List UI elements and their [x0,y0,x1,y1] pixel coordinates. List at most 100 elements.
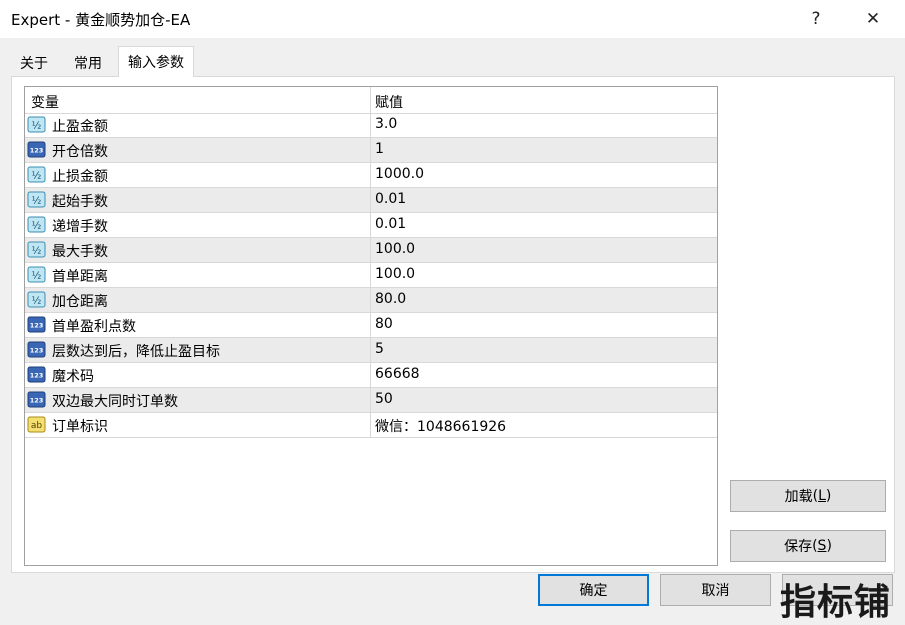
double-type-icon: ½ [27,116,47,134]
table-row[interactable]: 123 层数达到后，降低止盈目标 5 [25,338,717,363]
param-value[interactable]: 1000.0 [375,166,424,182]
expert-dialog: Expert - 黄金顺势加仓-EA ? ✕ 关于 常用 输入参数 变量 赋值 … [0,0,905,623]
param-value[interactable]: 100.0 [375,241,415,257]
column-separator [370,113,371,137]
integer-type-icon: 123 [27,341,47,359]
integer-type-icon: 123 [27,391,47,409]
param-name: 首单距离 [52,269,108,285]
svg-text:½: ½ [32,245,42,257]
load-accel: L [818,488,826,504]
cancel-button[interactable]: 取消 [660,574,771,606]
table-row[interactable]: 123 双边最大同时订单数 50 [25,388,717,413]
svg-text:123: 123 [30,322,44,330]
tab-common[interactable]: 常用 [63,50,113,76]
load-button[interactable]: 加载(L) [730,480,886,512]
parameter-grid: 变量 赋值 ½ 止盈金额 3.0 123 开仓倍数 1 ½ 止损金额 1000.0 ½ 起始手数 0.… [24,86,718,566]
table-row[interactable]: ½ 加仓距离 80.0 [25,288,717,313]
param-name: 双边最大同时订单数 [52,394,178,410]
table-row[interactable]: ab 订单标识 微信：1048661926 [25,413,717,438]
header-variable[interactable]: 变量 [31,92,59,112]
header-value[interactable]: 赋值 [375,92,403,112]
help-button[interactable]: ? [793,0,839,38]
table-row[interactable]: ½ 递增手数 0.01 [25,213,717,238]
param-value[interactable]: 50 [375,391,393,407]
param-value[interactable]: 0.01 [375,216,406,232]
grid-header: 变量 赋值 [25,87,717,114]
param-name: 起始手数 [52,194,108,210]
ok-button[interactable]: 确定 [538,574,649,606]
double-type-icon: ½ [27,216,47,234]
param-name: 开仓倍数 [52,144,108,160]
tab-about[interactable]: 关于 [11,50,57,76]
column-separator [370,263,371,287]
svg-text:½: ½ [32,295,42,307]
svg-text:ab: ab [31,421,43,431]
table-row[interactable]: ½ 起始手数 0.01 [25,188,717,213]
table-row[interactable]: ½ 首单距离 100.0 [25,263,717,288]
title-bar: Expert - 黄金顺势加仓-EA ? ✕ [0,0,905,38]
grid-rows: ½ 止盈金额 3.0 123 开仓倍数 1 ½ 止损金额 1000.0 ½ 起始手数 0.01 ½ 递增手… [25,113,717,438]
column-separator [370,288,371,312]
table-row[interactable]: ½ 止盈金额 3.0 [25,113,717,138]
param-value[interactable]: 100.0 [375,266,415,282]
header-separator[interactable] [370,87,371,113]
load-label: 加载 [784,489,813,505]
svg-text:½: ½ [32,220,42,232]
table-row[interactable]: ½ 止损金额 1000.0 [25,163,717,188]
table-row[interactable]: ½ 最大手数 100.0 [25,238,717,263]
param-name: 魔术码 [52,369,94,385]
param-value[interactable]: 1 [375,141,384,157]
param-name: 止损金额 [52,169,108,185]
param-name: 首单盈利点数 [52,319,136,335]
column-separator [370,363,371,387]
save-label: 保存 [784,539,813,555]
table-row[interactable]: 123 开仓倍数 1 [25,138,717,163]
svg-text:½: ½ [32,195,42,207]
double-type-icon: ½ [27,191,47,209]
column-separator [370,338,371,362]
svg-text:123: 123 [30,397,44,405]
param-name: 层数达到后，降低止盈目标 [52,344,220,360]
tab-inputs[interactable]: 输入参数 [118,46,194,77]
close-button[interactable]: ✕ [850,0,896,38]
column-separator [370,138,371,162]
column-separator [370,188,371,212]
column-separator [370,238,371,262]
watermark-logo: 指标铺 [780,573,891,625]
double-type-icon: ½ [27,291,47,309]
svg-text:123: 123 [30,147,44,155]
column-separator [370,388,371,412]
double-type-icon: ½ [27,266,47,284]
svg-text:123: 123 [30,347,44,355]
svg-text:½: ½ [32,270,42,282]
double-type-icon: ½ [27,166,47,184]
param-name: 订单标识 [52,419,108,435]
table-row[interactable]: 123 首单盈利点数 80 [25,313,717,338]
param-value[interactable]: 80 [375,316,393,332]
watermark-text: 指标铺 [780,582,892,623]
param-value[interactable]: 5 [375,341,384,357]
param-value[interactable]: 66668 [375,366,420,382]
svg-text:½: ½ [32,120,42,132]
param-name: 最大手数 [52,244,108,260]
svg-text:123: 123 [30,372,44,380]
param-name: 止盈金额 [52,119,108,135]
string-type-icon: ab [27,416,47,434]
column-separator [370,213,371,237]
column-separator [370,313,371,337]
double-type-icon: ½ [27,241,47,259]
param-value[interactable]: 微信：1048661926 [375,416,506,436]
param-value[interactable]: 0.01 [375,191,406,207]
column-separator [370,163,371,187]
save-button[interactable]: 保存(S) [730,530,886,562]
column-separator [370,413,371,437]
param-value[interactable]: 3.0 [375,116,397,132]
table-row[interactable]: 123 魔术码 66668 [25,363,717,388]
integer-type-icon: 123 [27,366,47,384]
param-value[interactable]: 80.0 [375,291,406,307]
window-title: Expert - 黄金顺势加仓-EA [11,11,191,29]
svg-text:½: ½ [32,170,42,182]
integer-type-icon: 123 [27,316,47,334]
integer-type-icon: 123 [27,141,47,159]
param-name: 加仓距离 [52,294,108,310]
